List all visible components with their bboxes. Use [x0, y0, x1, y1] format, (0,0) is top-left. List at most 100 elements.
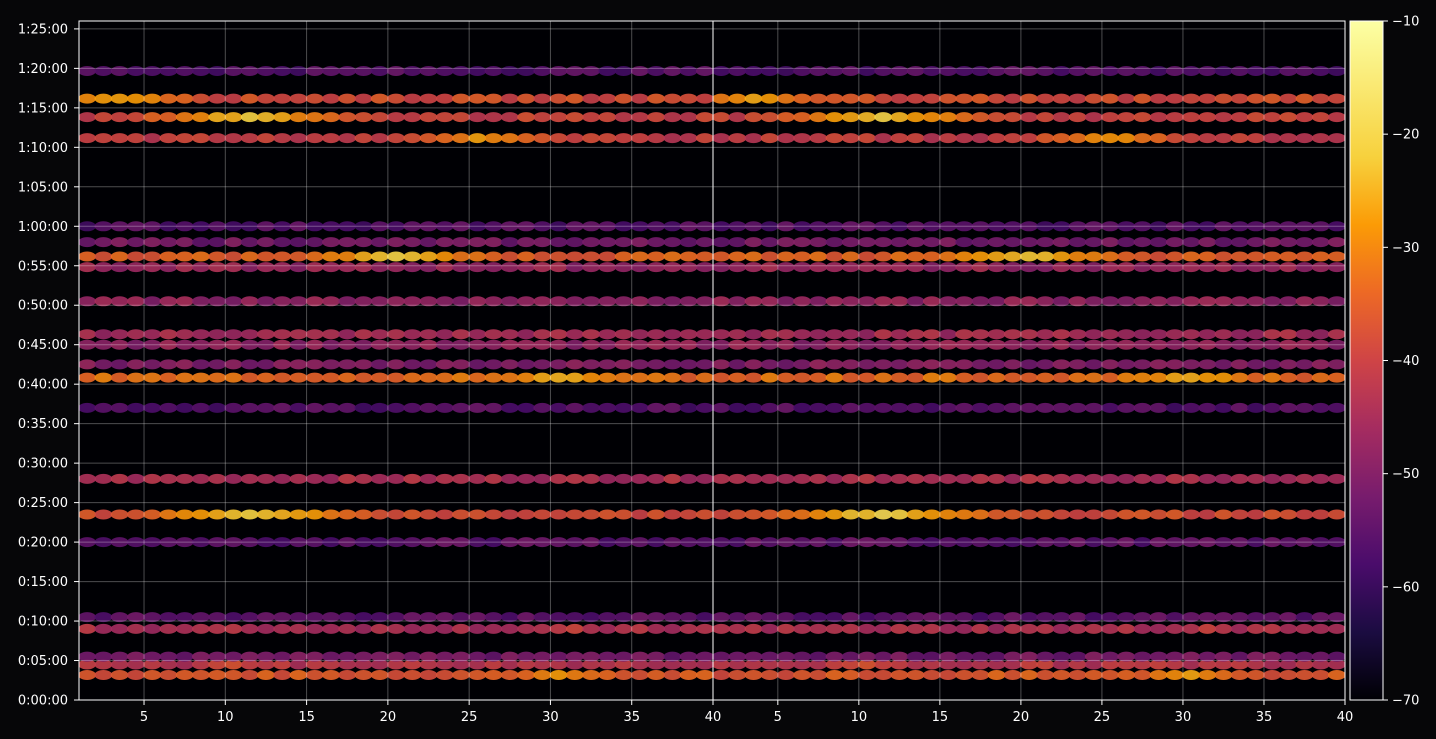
heatmap-cell [484, 623, 503, 634]
heatmap-cell [890, 93, 909, 104]
heatmap-cell [565, 66, 584, 76]
heatmap-cell [874, 93, 893, 104]
heatmap-cell [825, 670, 844, 680]
heatmap-cell [517, 133, 535, 144]
heatmap-cell [273, 237, 292, 248]
heatmap-cell [94, 372, 113, 383]
heatmap-cell [1133, 670, 1152, 680]
heatmap-cell [1182, 509, 1200, 520]
x-tick-label: 30 [1175, 710, 1192, 725]
heatmap-cell [874, 623, 893, 634]
heatmap-cell [289, 623, 308, 634]
heatmap-cell [1198, 329, 1217, 340]
heatmap-cell [1198, 359, 1217, 370]
heatmap-cell [793, 473, 811, 484]
heatmap-cell [663, 329, 682, 340]
heatmap-cell [1036, 93, 1055, 104]
heatmap-cell [1101, 359, 1119, 370]
heatmap-cell [273, 359, 292, 370]
heatmap-cell [435, 251, 454, 262]
heatmap-cell [1165, 509, 1184, 520]
heatmap-cell [744, 66, 763, 76]
heatmap-cell [663, 133, 682, 144]
heatmap-cell [1052, 359, 1071, 370]
heatmap-cell [696, 359, 713, 370]
heatmap-cell [1149, 509, 1168, 520]
heatmap-cell [354, 473, 373, 484]
heatmap-cell [906, 133, 925, 144]
heatmap-cell [663, 359, 682, 370]
heatmap-cell [1003, 359, 1022, 370]
heatmap-cell [1198, 402, 1217, 413]
heatmap-cell [841, 112, 860, 123]
heatmap-cell [517, 372, 535, 383]
heatmap-cell [1149, 93, 1168, 104]
heatmap-cell [1263, 237, 1281, 248]
heatmap-cell [175, 93, 194, 104]
heatmap-cell [744, 93, 763, 104]
heatmap-cell [257, 133, 275, 144]
heatmap-cell [517, 66, 535, 76]
heatmap-cell [955, 359, 974, 370]
heatmap-cell [728, 670, 747, 680]
heatmap-cell [582, 623, 600, 634]
heatmap-cell [696, 93, 713, 104]
heatmap-cell [679, 133, 698, 144]
heatmap-cell [452, 66, 470, 76]
heatmap-cell [777, 133, 795, 144]
heatmap-cell [143, 251, 162, 262]
heatmap-cell [987, 112, 1006, 123]
heatmap-cell [1230, 359, 1249, 370]
heatmap-cell [1068, 93, 1087, 104]
heatmap-cell [208, 66, 227, 76]
heatmap-cell [435, 262, 454, 273]
heatmap-cell [696, 133, 713, 144]
heatmap-cell [598, 237, 617, 248]
heatmap-cell [744, 372, 763, 383]
heatmap-cell [1182, 93, 1200, 104]
heatmap-cell [825, 372, 844, 383]
heatmap-cell [1247, 262, 1265, 273]
heatmap-cell [663, 66, 682, 76]
heatmap-cell [825, 623, 844, 634]
heatmap-cell [630, 329, 649, 340]
heatmap-cell [971, 359, 990, 370]
heatmap-cell [1247, 112, 1265, 123]
heatmap-cell [1247, 623, 1265, 634]
heatmap-cell [1133, 402, 1152, 413]
heatmap-cell [906, 670, 925, 680]
heatmap-cell [922, 623, 941, 634]
heatmap-cell [387, 372, 405, 383]
heatmap-cell [582, 473, 600, 484]
heatmap-cell [598, 359, 617, 370]
heatmap-cell [1279, 670, 1298, 680]
heatmap-cell [598, 251, 617, 262]
heatmap-cell [582, 66, 600, 76]
heatmap-cell [159, 251, 178, 262]
heatmap-cell [159, 473, 178, 484]
heatmap-cell [1295, 262, 1314, 273]
heatmap-cell [1068, 251, 1087, 262]
heatmap-cell [338, 402, 357, 413]
heatmap-cell [955, 251, 974, 262]
heatmap-cell [939, 402, 957, 413]
heatmap-cell [192, 473, 210, 484]
heatmap-cell [175, 112, 194, 123]
heatmap-cell [728, 372, 747, 383]
heatmap-cell [760, 112, 779, 123]
heatmap-cell [841, 237, 860, 248]
heatmap-cell [858, 251, 876, 262]
heatmap-cell [533, 66, 552, 76]
heatmap-cell [1133, 262, 1152, 273]
heatmap-cell [517, 251, 535, 262]
heatmap-cell [354, 372, 373, 383]
heatmap-cell [939, 133, 957, 144]
heatmap-cell [1036, 133, 1055, 144]
heatmap-cell [713, 262, 730, 273]
heatmap-cell [1165, 402, 1184, 413]
heatmap-cell [614, 237, 633, 248]
heatmap-cell [452, 93, 470, 104]
heatmap-cell [1214, 329, 1233, 340]
heatmap-cell [1052, 623, 1071, 634]
heatmap-cell [1117, 329, 1136, 340]
